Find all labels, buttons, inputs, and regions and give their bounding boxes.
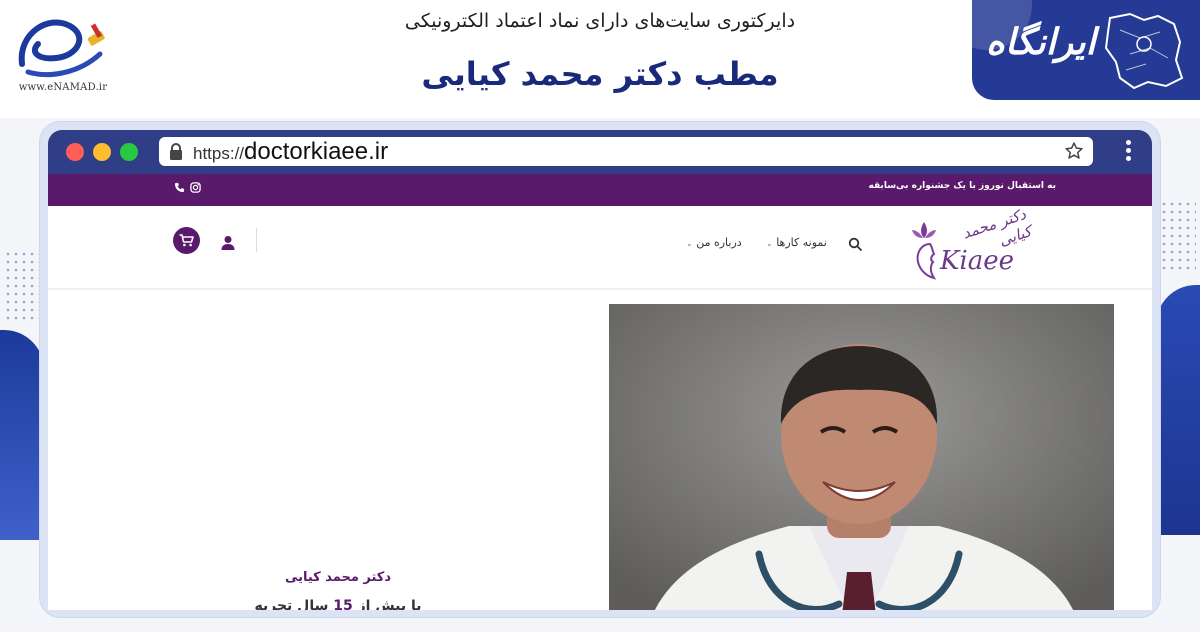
url-host: doctorkiaee.ir <box>244 138 389 165</box>
doctor-portrait-image <box>609 304 1114 610</box>
chevron-down-icon: ⌄ <box>766 239 773 248</box>
decorative-stripe-left <box>0 330 44 540</box>
shopping-cart-button[interactable] <box>173 227 200 254</box>
minimize-window-icon[interactable] <box>93 143 111 161</box>
experience-suffix: سال تجربه <box>254 598 329 610</box>
decorative-stripe-right <box>1156 285 1200 535</box>
iran-map-icon <box>1104 12 1184 90</box>
browser-menu-icon[interactable] <box>1126 140 1132 164</box>
nav-divider <box>256 228 257 252</box>
nav-item-label: درباره من <box>696 236 742 249</box>
site-top-bar: به استقبال نوروز با یک جشنواره بی‌سابقه <box>48 174 1152 206</box>
website-viewport: به استقبال نوروز با یک جشنواره بی‌سابقه … <box>48 174 1152 610</box>
experience-text: با بیش از 15 سال تجربه <box>238 598 438 610</box>
experience-prefix: با بیش از <box>357 598 422 610</box>
search-icon[interactable] <box>848 237 862 251</box>
address-bar[interactable]: https://doctorkiaee.ir <box>159 137 1093 166</box>
url-protocol: https:// <box>193 144 245 163</box>
site-logo-english: Kiaee <box>940 246 1015 276</box>
chevron-down-icon: ⌄ <box>686 239 693 248</box>
browser-window: https://doctorkiaee.ir به استقبال نوروز … <box>40 122 1160 617</box>
phone-icon[interactable] <box>174 182 185 193</box>
user-account-icon[interactable] <box>220 235 236 251</box>
nav-item-portfolio[interactable]: نمونه کارها ⌄ <box>764 236 827 249</box>
cart-icon <box>179 234 194 247</box>
url-text[interactable]: https://doctorkiaee.ir <box>193 138 388 168</box>
page-title: مطب دکتر محمد کیایی <box>421 55 779 93</box>
irangah-logo-text: ایرانگاه <box>986 22 1096 63</box>
promo-banner-text[interactable]: به استقبال نوروز با یک جشنواره بی‌سابقه <box>869 181 1057 191</box>
decorative-dots-left <box>4 250 40 320</box>
directory-subtitle: دایرکتوری سایت‌های دارای نماد اعتماد الک… <box>404 10 796 32</box>
directory-banner: www.eNAMAD.ir دایرکتوری سایت‌های دارای ن… <box>0 0 1200 118</box>
bookmark-star-icon[interactable] <box>1064 141 1084 161</box>
site-navbar: دکتر محمد کیایی Kiaee نمونه کارها ⌄ دربا… <box>48 205 1152 290</box>
close-window-icon[interactable] <box>66 143 84 161</box>
irangah-logo[interactable]: ایرانگاه <box>972 0 1200 100</box>
doctor-name-heading: دکتر محمد کیایی <box>284 570 392 585</box>
browser-toolbar: https://doctorkiaee.ir <box>48 130 1152 174</box>
instagram-icon[interactable] <box>190 182 201 193</box>
experience-years: 15 <box>333 598 353 610</box>
lock-icon <box>170 143 182 160</box>
portrait-illustration <box>609 304 1114 610</box>
nav-item-about[interactable]: درباره من ⌄ <box>684 236 742 249</box>
enamad-url-label[interactable]: www.eNAMAD.ir <box>8 82 118 93</box>
maximize-window-icon[interactable] <box>120 143 138 161</box>
site-logo[interactable]: دکتر محمد کیایی Kiaee <box>900 205 1034 286</box>
decorative-dots-right <box>1160 200 1196 270</box>
nav-item-label: نمونه کارها <box>776 236 827 249</box>
